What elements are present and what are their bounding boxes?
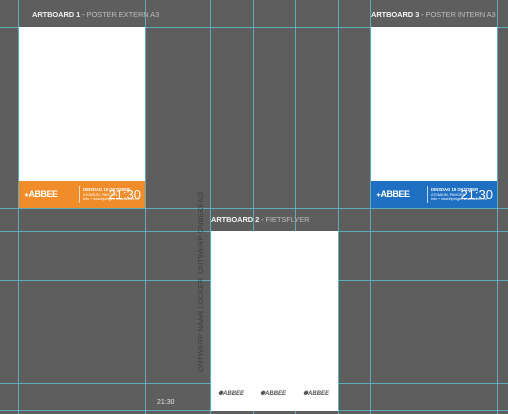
flyer-vertical-text-bottom[interactable]: ONTWERP NAAR LOCKER (196, 278, 205, 372)
artboard-1-number: ARTBOARD 1 (32, 10, 81, 19)
flyer-logo-text: ABBEE (265, 391, 287, 397)
poster-logo-text: ABBEE (28, 189, 59, 199)
flyer-logo-2: ✺ABBEE (260, 391, 287, 397)
flyer-vertical-text-top[interactable]: ONTWERP ONBEKEND (196, 192, 205, 274)
artboard-3-label[interactable]: ARTBOARD 3 - POSTER INTERN A3 (371, 10, 496, 19)
artboard-3-name: POSTER INTERN A3 (425, 10, 496, 19)
artboard-2-name: FIETSFLYER (265, 215, 310, 224)
artboard-canvas[interactable]: ARTBOARD 1 - POSTER EXTERN A3 ✦ABBEE DIN… (0, 0, 508, 414)
poster-logo-text: ABBEE (380, 189, 411, 199)
guide-vertical[interactable] (145, 0, 146, 414)
artboard-1-name: POSTER EXTERN A3 (86, 10, 160, 19)
artboard-2-number: ARTBOARD 2 (211, 215, 260, 224)
poster-footer-divider (427, 186, 428, 203)
artboard-1-label[interactable]: ARTBOARD 1 - POSTER EXTERN A3 (32, 10, 159, 19)
artboard-1-poster-extern[interactable]: ✦ABBEE DINSDAG 19 OKTOBER ATOMIUM, PAVIO… (19, 27, 145, 208)
poster-time: 21:30 (460, 187, 493, 202)
flyer-logo-1: ✺ABBEE (218, 391, 245, 397)
artboard-2-fietsflyer[interactable]: ✺ABBEE ✺ABBEE ✺ABBEE (211, 231, 338, 411)
guide-vertical[interactable] (497, 0, 498, 414)
poster-footer-divider (79, 186, 80, 203)
flyer-logo-3: ✺ABBEE (303, 391, 330, 397)
loose-time-text[interactable]: 21:30 (157, 399, 175, 406)
guide-horizontal[interactable] (0, 208, 508, 209)
flyer-logo-text: ABBEE (223, 391, 245, 397)
poster-logo: ✦ABBEE (24, 189, 58, 199)
poster-footer-band-orange: ✦ABBEE DINSDAG 19 OKTOBER ATOMIUM, PAVIO… (19, 181, 145, 208)
artboard-3-number: ARTBOARD 3 (371, 10, 420, 19)
poster-logo: ✦ABBEE (376, 189, 410, 199)
guide-vertical[interactable] (338, 0, 339, 414)
poster-footer-band-blue: ✦ABBEE DINSDAG 19 OKTOBER ATOMIUM, PAVIO… (371, 181, 497, 208)
flyer-logo-text: ABBEE (308, 391, 330, 397)
artboard-2-label[interactable]: ARTBOARD 2 - FIETSFLYER (211, 215, 310, 224)
poster-time: 21:30 (108, 187, 141, 202)
artboard-3-poster-intern[interactable]: ✦ABBEE DINSDAG 19 OKTOBER ATOMIUM, PAVIO… (371, 27, 497, 208)
